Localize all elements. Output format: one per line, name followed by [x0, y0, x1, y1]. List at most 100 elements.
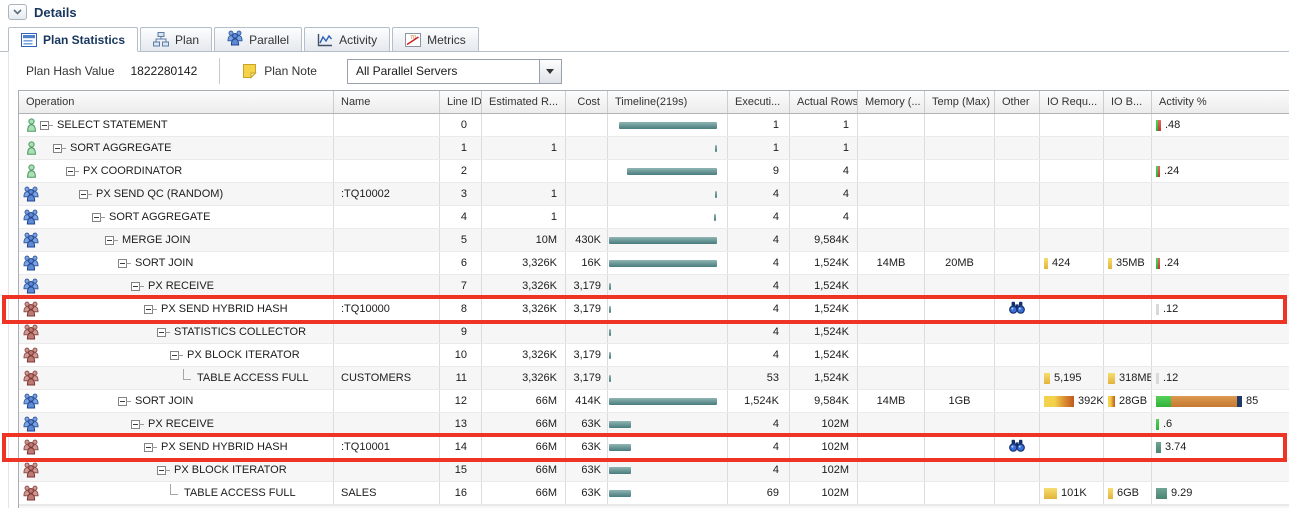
io-value: 35MB: [1116, 257, 1145, 269]
timeline-bar: [715, 145, 717, 152]
tab-parallel[interactable]: Parallel: [214, 27, 302, 52]
plan-row-line-12[interactable]: SORT JOIN1266M414K1,524K9,584K14MB1GB392…: [19, 390, 1289, 413]
plan-row-line-4[interactable]: SORT AGGREGATE4144: [19, 206, 1289, 229]
column-header-temp[interactable]: Temp (Max): [925, 91, 995, 113]
column-header-other[interactable]: Other: [995, 91, 1040, 113]
people-blue-icon: [22, 393, 40, 409]
cell-executions: 1: [728, 114, 790, 136]
column-header-estimated_rows[interactable]: Estimated R...: [482, 91, 566, 113]
cell-executions: 53: [728, 367, 790, 389]
cell-actual-rows: 1,524K: [790, 367, 858, 389]
binoculars-icon[interactable]: [1009, 439, 1025, 455]
activity-bar-segment-orange: [1171, 396, 1237, 407]
dropdown-arrow-icon[interactable]: [539, 60, 561, 83]
plan-row-line-1[interactable]: SORT AGGREGATE1111: [19, 137, 1289, 160]
column-header-io_requests[interactable]: IO Requ...: [1040, 91, 1104, 113]
tab-label: Plan: [175, 33, 199, 47]
cell-cost: [566, 160, 608, 182]
collapse-details-button[interactable]: [8, 4, 27, 20]
cell-timeline: [608, 367, 728, 389]
binoculars-icon[interactable]: [1009, 301, 1025, 317]
collapse-node-icon[interactable]: [66, 167, 75, 176]
plan-row-line-14[interactable]: PX SEND HYBRID HASH:TQ100011466M63K4102M…: [19, 436, 1289, 459]
column-header-name[interactable]: Name: [334, 91, 440, 113]
plan-note-icon[interactable]: [242, 63, 257, 79]
plan-row-line-0[interactable]: SELECT STATEMENT011.48: [19, 114, 1289, 137]
tab-metrics[interactable]: 70 Metrics: [392, 27, 479, 52]
cell-other: [995, 344, 1040, 366]
plan-row-line-7[interactable]: PX RECEIVE73,326K3,17941,524K: [19, 275, 1289, 298]
tab-activity[interactable]: Activity: [304, 27, 390, 52]
cell-io-bytes: 35MB: [1104, 252, 1152, 274]
plan-row-line-9[interactable]: STATISTICS COLLECTOR941,524K: [19, 321, 1289, 344]
io-bar: [1108, 373, 1115, 384]
cell-executions: 4: [728, 413, 790, 435]
tab-plan-statistics[interactable]: Plan Statistics: [8, 27, 138, 52]
collapse-node-icon[interactable]: [157, 328, 166, 337]
collapse-node-icon[interactable]: [79, 190, 88, 199]
plan-row-line-3[interactable]: PX SEND QC (RANDOM):TQ100023144: [19, 183, 1289, 206]
cell-operation: SORT AGGREGATE: [19, 137, 334, 159]
tree-elbow-connector: [183, 369, 191, 380]
plan-row-line-5[interactable]: MERGE JOIN510M430K49,584K: [19, 229, 1289, 252]
cell-actual-rows: 102M: [790, 436, 858, 458]
plan-statistics-icon: [21, 33, 37, 47]
cell-io-requests: 392K: [1040, 390, 1104, 412]
parallel-server-select[interactable]: All Parallel Servers: [347, 59, 562, 84]
cell-name: [334, 206, 440, 228]
collapse-node-icon[interactable]: [157, 466, 166, 475]
plan-row-line-8[interactable]: PX SEND HYBRID HASH:TQ1000083,326K3,1794…: [19, 298, 1289, 321]
plan-row-line-16[interactable]: TABLE ACCESS FULLSALES1666M63K69102M101K…: [19, 482, 1289, 505]
column-header-executions[interactable]: Executi...: [728, 91, 790, 113]
cell-memory: [858, 229, 925, 251]
column-header-operation[interactable]: Operation: [19, 91, 334, 113]
cell-estimated-rows: 1: [482, 137, 566, 159]
column-header-activity[interactable]: Activity %: [1152, 91, 1289, 113]
plan-row-line-2[interactable]: PX COORDINATOR294.24: [19, 160, 1289, 183]
cell-actual-rows: 1: [790, 137, 858, 159]
column-header-io_bytes[interactable]: IO B...: [1104, 91, 1152, 113]
collapse-node-icon[interactable]: [118, 259, 127, 268]
collapse-node-icon[interactable]: [118, 397, 127, 406]
cell-cost: [566, 206, 608, 228]
cell-timeline: [608, 160, 728, 182]
cell-io-requests: [1040, 114, 1104, 136]
column-header-cost[interactable]: Cost: [566, 91, 608, 113]
column-header-timeline[interactable]: Timeline(219s): [608, 91, 728, 113]
cell-activity: [1152, 321, 1289, 343]
cell-executions: 4: [728, 298, 790, 320]
column-header-line_id[interactable]: Line ID: [440, 91, 482, 113]
plan-hash-label: Plan Hash Value: [26, 64, 115, 78]
collapse-node-icon[interactable]: [92, 213, 101, 222]
collapse-node-icon[interactable]: [105, 236, 114, 245]
parallel-people-icon: [227, 30, 243, 49]
column-header-memory[interactable]: Memory (...: [858, 91, 925, 113]
cell-name: [334, 275, 440, 297]
collapse-node-icon[interactable]: [53, 144, 62, 153]
collapse-node-icon[interactable]: [131, 420, 140, 429]
column-header-actual_rows[interactable]: Actual Rows: [790, 91, 858, 113]
plan-row-line-11[interactable]: TABLE ACCESS FULLCUSTOMERS113,326K3,1795…: [19, 367, 1289, 390]
cell-line-id: 9: [440, 321, 482, 343]
plan-row-line-10[interactable]: PX BLOCK ITERATOR103,326K3,17941,524K: [19, 344, 1289, 367]
activity-value: .48: [1165, 119, 1180, 131]
io-bar: [1044, 488, 1057, 499]
plan-row-line-13[interactable]: PX RECEIVE1366M63K4102M.6: [19, 413, 1289, 436]
cell-actual-rows: 1,524K: [790, 298, 858, 320]
people-red-icon: [22, 347, 40, 363]
cell-io-requests: [1040, 137, 1104, 159]
collapse-node-icon[interactable]: [40, 121, 49, 130]
cell-line-id: 7: [440, 275, 482, 297]
collapse-node-icon[interactable]: [144, 305, 153, 314]
cell-executions: 4: [728, 229, 790, 251]
collapse-node-icon[interactable]: [144, 443, 153, 452]
tab-plan[interactable]: Plan: [140, 27, 212, 52]
cell-timeline: [608, 183, 728, 205]
people-red-icon: [22, 485, 40, 501]
cell-io-requests: [1040, 275, 1104, 297]
plan-row-line-15[interactable]: PX BLOCK ITERATOR1566M63K4102M: [19, 459, 1289, 482]
plan-row-line-6[interactable]: SORT JOIN63,326K16K41,524K14MB20MB42435M…: [19, 252, 1289, 275]
collapse-node-icon[interactable]: [131, 282, 140, 291]
collapse-node-icon[interactable]: [170, 351, 179, 360]
activity-chart-icon: [317, 33, 333, 47]
